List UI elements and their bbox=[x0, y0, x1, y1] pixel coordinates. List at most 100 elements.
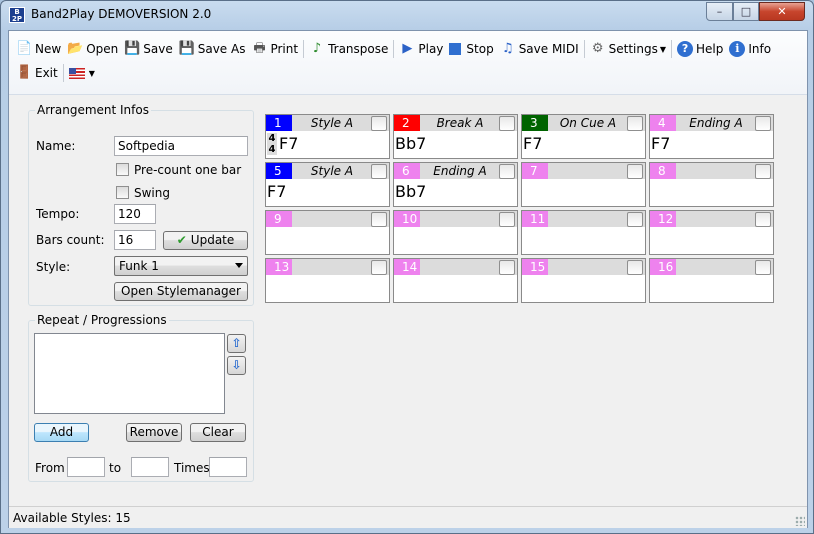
close-button[interactable]: ✕ bbox=[759, 2, 805, 21]
toolbar-separator bbox=[303, 40, 305, 58]
bar-number: 7 bbox=[522, 163, 548, 179]
new-file-icon: 📄 bbox=[16, 41, 33, 56]
info-icon: i bbox=[729, 41, 746, 57]
new-button[interactable]: 📄 New bbox=[13, 38, 64, 60]
help-button[interactable]: ? Help bbox=[674, 38, 726, 60]
play-button[interactable]: ▶ Play bbox=[396, 38, 446, 60]
save-as-button[interactable]: 💾 Save As bbox=[176, 38, 249, 60]
bar-style-name bbox=[548, 211, 628, 227]
resize-grip[interactable] bbox=[795, 516, 805, 526]
transpose-button[interactable]: ♪ Transpose bbox=[306, 38, 391, 60]
bar-number: 14 bbox=[394, 259, 420, 275]
bar-number: 13 bbox=[266, 259, 292, 275]
bar-number: 1 bbox=[266, 115, 292, 131]
bar-cell[interactable]: 8 bbox=[649, 162, 774, 207]
update-label: Update bbox=[190, 233, 235, 247]
bar-cell[interactable]: 4 Ending A F7 bbox=[649, 114, 774, 159]
move-up-button[interactable]: ⇧ bbox=[227, 334, 246, 353]
to-label: to bbox=[109, 461, 122, 475]
bar-select-checkbox[interactable] bbox=[371, 116, 387, 131]
bar-cell[interactable]: 3 On Cue A F7 bbox=[521, 114, 646, 159]
bar-cell[interactable]: 1 Style A 4 4 F7 bbox=[265, 114, 390, 159]
play-icon: ▶ bbox=[402, 41, 413, 56]
save-button[interactable]: 💾 Save bbox=[121, 38, 175, 60]
bar-number: 9 bbox=[266, 211, 292, 227]
bar-number: 10 bbox=[394, 211, 420, 227]
bar-select-checkbox[interactable] bbox=[627, 212, 643, 227]
precount-checkbox[interactable] bbox=[116, 163, 129, 176]
bar-style-name bbox=[676, 211, 756, 227]
style-select[interactable]: Funk 1 bbox=[114, 256, 248, 276]
bar-style-name bbox=[676, 259, 756, 275]
save-as-icon: 💾 bbox=[178, 41, 195, 56]
move-down-button[interactable]: ⇩ bbox=[227, 356, 246, 375]
exit-button[interactable]: 🚪 Exit bbox=[13, 62, 61, 84]
bar-cell[interactable]: 2 Break A Bb7 bbox=[393, 114, 518, 159]
print-label: Print bbox=[270, 42, 299, 56]
tempo-label: Tempo: bbox=[36, 207, 80, 221]
bar-select-checkbox[interactable] bbox=[755, 260, 771, 275]
bar-cell[interactable]: 15 bbox=[521, 258, 646, 303]
print-button[interactable]: 🖶 Print bbox=[248, 38, 301, 60]
bar-chord: F7 bbox=[267, 182, 287, 201]
bar-style-name bbox=[548, 259, 628, 275]
name-input[interactable]: Softpedia bbox=[114, 136, 248, 156]
info-button[interactable]: i Info bbox=[726, 38, 774, 60]
bar-select-checkbox[interactable] bbox=[755, 212, 771, 227]
settings-dropdown[interactable]: ⚙ Settings ▼ bbox=[587, 38, 669, 60]
bar-cell[interactable]: 12 bbox=[649, 210, 774, 255]
bar-number: 2 bbox=[394, 115, 420, 131]
bar-style-name bbox=[292, 259, 372, 275]
update-button[interactable]: ✔ Update bbox=[163, 231, 248, 250]
remove-button[interactable]: Remove bbox=[126, 423, 182, 442]
bar-select-checkbox[interactable] bbox=[755, 116, 771, 131]
bar-cell[interactable]: 9 bbox=[265, 210, 390, 255]
clear-button[interactable]: Clear bbox=[190, 423, 246, 442]
bar-cell[interactable]: 7 bbox=[521, 162, 646, 207]
minimize-button[interactable]: – bbox=[706, 2, 733, 21]
style-label: Style: bbox=[36, 260, 71, 274]
toolbar-separator bbox=[393, 40, 395, 58]
bar-select-checkbox[interactable] bbox=[499, 212, 515, 227]
transpose-icon: ♪ bbox=[312, 41, 322, 56]
bar-select-checkbox[interactable] bbox=[627, 260, 643, 275]
bar-select-checkbox[interactable] bbox=[627, 164, 643, 179]
bar-select-checkbox[interactable] bbox=[755, 164, 771, 179]
bars-count-label: Bars count: bbox=[36, 233, 105, 247]
bar-cell[interactable]: 11 bbox=[521, 210, 646, 255]
app-icon[interactable]: B 2P bbox=[9, 7, 25, 23]
open-button[interactable]: 📂 Open bbox=[64, 38, 121, 60]
bar-cell[interactable]: 10 bbox=[393, 210, 518, 255]
arrow-down-icon: ⇩ bbox=[231, 358, 242, 372]
bar-cell[interactable]: 13 bbox=[265, 258, 390, 303]
bar-select-checkbox[interactable] bbox=[627, 116, 643, 131]
maximize-button[interactable]: □ bbox=[733, 2, 759, 21]
tempo-input[interactable]: 120 bbox=[114, 204, 156, 224]
times-input[interactable] bbox=[209, 457, 247, 477]
open-stylemanager-button[interactable]: Open Stylemanager bbox=[114, 282, 248, 301]
bar-style-name bbox=[548, 163, 628, 179]
bar-select-checkbox[interactable] bbox=[499, 164, 515, 179]
bar-cell[interactable]: 14 bbox=[393, 258, 518, 303]
bar-select-checkbox[interactable] bbox=[371, 164, 387, 179]
title-bar[interactable]: B 2P Band2Play DEMOVERSION 2.0 – □ ✕ bbox=[1, 1, 813, 29]
progressions-list[interactable] bbox=[34, 333, 225, 414]
swing-checkbox[interactable] bbox=[116, 186, 129, 199]
to-input[interactable] bbox=[131, 457, 169, 477]
bar-select-checkbox[interactable] bbox=[499, 116, 515, 131]
add-button[interactable]: Add bbox=[34, 423, 89, 442]
from-label: From bbox=[35, 461, 65, 475]
from-input[interactable] bbox=[67, 457, 105, 477]
toolbar-row-2: 🚪 Exit ▼ bbox=[13, 62, 98, 84]
bar-select-checkbox[interactable] bbox=[499, 260, 515, 275]
stop-button[interactable]: Stop bbox=[446, 38, 496, 60]
language-dropdown[interactable]: ▼ bbox=[66, 62, 98, 84]
bar-cell[interactable]: 16 bbox=[649, 258, 774, 303]
settings-label: Settings bbox=[608, 42, 658, 56]
save-midi-button[interactable]: ♫ Save MIDI bbox=[497, 38, 582, 60]
bar-select-checkbox[interactable] bbox=[371, 212, 387, 227]
bars-count-input[interactable]: 16 bbox=[114, 230, 156, 250]
bar-select-checkbox[interactable] bbox=[371, 260, 387, 275]
bar-cell[interactable]: 5 Style A F7 bbox=[265, 162, 390, 207]
bar-cell[interactable]: 6 Ending A Bb7 bbox=[393, 162, 518, 207]
